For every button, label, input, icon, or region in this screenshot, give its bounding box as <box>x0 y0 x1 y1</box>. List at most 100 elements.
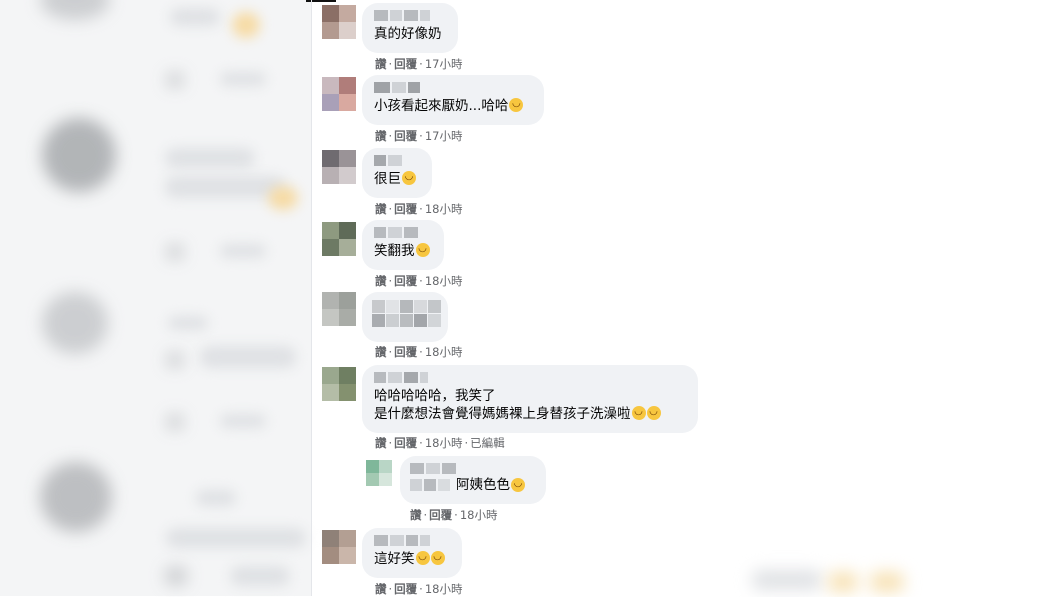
like-button[interactable]: 讚 <box>375 581 387 597</box>
blurred-text <box>170 8 220 26</box>
like-button[interactable]: 讚 <box>375 56 387 72</box>
blurred-text <box>166 528 306 548</box>
reply-button[interactable]: 回覆 <box>394 435 417 451</box>
blurred-text <box>165 176 285 198</box>
grinning-face-icon: ◡ <box>415 243 430 257</box>
grinning-face-icon: ◡ <box>646 406 661 420</box>
avatar[interactable] <box>366 460 392 486</box>
avatar[interactable] <box>322 222 356 256</box>
comment-bubble: 小孩看起來厭奶...哈哈 ◡ <box>362 75 544 125</box>
blurred-icon <box>166 72 184 88</box>
reply-button[interactable]: 回覆 <box>394 273 417 289</box>
comment-actions: 讚 · 回覆 · 17小時 <box>375 128 463 144</box>
blurred-text <box>196 490 236 506</box>
comment-text-body: 是什麼想法會覺得媽媽裸上身替孩子洗澡啦 <box>374 406 631 422</box>
grinning-face-icon: ◡ <box>402 171 416 185</box>
comment-bubble <box>362 292 448 342</box>
timestamp[interactable]: 17小時 <box>425 128 463 144</box>
laughing-face-icon: ◡ <box>511 478 525 492</box>
blurred-icon <box>166 244 184 260</box>
timestamp[interactable]: 18小時 <box>425 581 463 597</box>
blurred-avatar <box>42 118 116 192</box>
blurred-emoji <box>232 12 260 38</box>
blurred-avatar <box>42 292 108 354</box>
reply-button[interactable]: 回覆 <box>394 128 417 144</box>
like-button[interactable]: 讚 <box>375 201 387 217</box>
blurred-username <box>374 535 450 546</box>
blurred-icon <box>166 352 184 368</box>
comment-text-body: 笑翻我 <box>374 243 415 259</box>
comment-bubble: 笑翻我 ◡ <box>362 220 444 270</box>
like-button[interactable]: 讚 <box>410 507 422 523</box>
like-button[interactable]: 讚 <box>375 128 387 144</box>
blurred-username <box>374 82 532 93</box>
reply-button[interactable]: 回覆 <box>394 201 417 217</box>
timestamp[interactable]: 18小時 <box>425 201 463 217</box>
blurred-username <box>410 463 536 474</box>
blurred-username <box>374 372 686 383</box>
blurred-username <box>374 227 432 238</box>
avatar[interactable] <box>322 150 356 184</box>
panel-divider <box>311 0 312 596</box>
comment-actions: 讚 · 回覆 · 18小時 · 已編輯 <box>375 435 505 451</box>
comment-bubble: 這好笑 ◡ ◡ <box>362 528 462 578</box>
comment-text: 阿姨色色 ◡ <box>410 476 536 494</box>
avatar[interactable] <box>322 530 356 564</box>
grinning-face-icon: ◡ <box>631 406 646 420</box>
comment-text: 很巨 ◡ <box>374 170 420 188</box>
avatar[interactable] <box>322 367 356 401</box>
blurred-text <box>165 148 255 168</box>
comment-text: 真的好像奶 <box>374 26 442 42</box>
comment-text-body: 這好笑 <box>374 551 415 567</box>
blurred-username <box>374 155 420 166</box>
timestamp[interactable]: 18小時 <box>425 344 463 360</box>
avatar[interactable] <box>322 5 356 39</box>
comment-text-line-2: 是什麼想法會覺得媽媽裸上身替孩子洗澡啦 ◡ ◡ <box>374 405 686 423</box>
pixelated-comment-text <box>372 300 441 327</box>
avatar[interactable] <box>322 77 356 111</box>
grinning-face-icon: ◡ <box>509 98 524 112</box>
blurred-icon <box>164 566 188 586</box>
comment-text: 這好笑 ◡ ◡ <box>374 550 450 568</box>
comment-text: 小孩看起來厭奶...哈哈 ◡ <box>374 97 532 115</box>
timestamp[interactable]: 17小時 <box>425 56 463 72</box>
blurred-emoji <box>268 186 298 210</box>
comment-actions: 讚 · 回覆 · 18小時 <box>375 581 463 597</box>
comment-bubble: 哈哈哈哈哈，我笑了 是什麼想法會覺得媽媽裸上身替孩子洗澡啦 ◡ ◡ <box>362 365 698 433</box>
blurred-text <box>220 244 266 258</box>
comment-actions: 讚 · 回覆 · 17小時 <box>375 56 463 72</box>
like-button[interactable]: 讚 <box>375 273 387 289</box>
comment-text-line-1: 哈哈哈哈哈，我笑了 <box>374 388 496 404</box>
comment-actions: 讚 · 回覆 · 18小時 <box>375 201 463 217</box>
timestamp[interactable]: 18小時 <box>460 507 498 523</box>
comment-bubble: 很巨 ◡ <box>362 148 432 198</box>
reply-button[interactable]: 回覆 <box>394 581 417 597</box>
reply-button[interactable]: 回覆 <box>429 507 452 523</box>
comment-text-body: 很巨 <box>374 171 401 187</box>
blurred-username <box>374 10 446 21</box>
comment-bubble: 阿姨色色 ◡ <box>400 456 546 504</box>
rolling-laughing-face-icon: ◡ <box>415 551 430 565</box>
comment-bubble: 真的好像奶 <box>362 3 458 53</box>
comment-actions: 讚 · 回覆 · 18小時 <box>410 507 498 523</box>
like-button[interactable]: 讚 <box>375 344 387 360</box>
blurred-text <box>230 566 290 586</box>
blurred-text <box>220 72 266 86</box>
timestamp[interactable]: 18小時 <box>425 273 463 289</box>
comment-text: 笑翻我 ◡ <box>374 242 432 260</box>
reply-button[interactable]: 回覆 <box>394 344 417 360</box>
blurred-text <box>168 316 208 330</box>
timestamp[interactable]: 18小時 <box>425 435 463 451</box>
blurred-avatar <box>40 462 112 532</box>
like-button[interactable]: 讚 <box>375 435 387 451</box>
comment-actions: 讚 · 回覆 · 18小時 <box>375 344 463 360</box>
edited-label[interactable]: 已編輯 <box>470 435 505 451</box>
comment-actions: 讚 · 回覆 · 18小時 <box>375 273 463 289</box>
rolling-laughing-face-icon: ◡ <box>430 551 445 565</box>
avatar[interactable] <box>322 292 356 326</box>
comment-text-body: 阿姨色色 <box>456 477 510 493</box>
blurred-text <box>752 570 822 590</box>
reply-button[interactable]: 回覆 <box>394 56 417 72</box>
blurred-text <box>200 346 296 368</box>
blurred-emoji <box>870 572 904 592</box>
